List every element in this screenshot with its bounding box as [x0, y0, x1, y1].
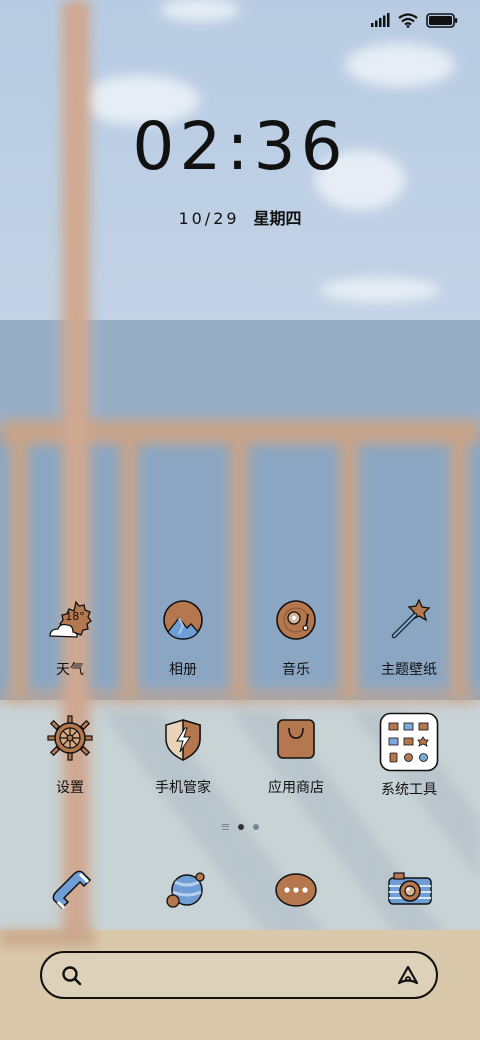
battery-icon: [426, 12, 458, 28]
dock-browser[interactable]: [155, 866, 215, 918]
app-security[interactable]: 手机管家: [128, 714, 238, 797]
clock-date[interactable]: 10/29 星期四: [0, 205, 480, 229]
dock-camera[interactable]: [380, 866, 440, 918]
app-store[interactable]: 应用商店: [241, 714, 351, 797]
settings-icon: [47, 715, 93, 761]
assistant-icon[interactable]: [396, 964, 420, 988]
app-label: 设置: [56, 780, 84, 796]
app-label: 天气: [56, 662, 84, 678]
clock-time[interactable]: 02:36: [0, 108, 480, 185]
app-gallery[interactable]: 相册: [128, 596, 238, 679]
app-settings[interactable]: 设置: [15, 714, 125, 797]
feed-page-indicator[interactable]: [221, 824, 229, 830]
phone-icon: [52, 870, 92, 910]
dock-messages[interactable]: [266, 866, 326, 918]
app-music[interactable]: 音乐: [241, 596, 351, 679]
security-icon: [165, 718, 201, 762]
system-tools-folder-icon: [379, 712, 439, 772]
messages-icon: [275, 873, 317, 907]
gallery-icon: [163, 600, 203, 640]
app-system-tools-folder[interactable]: 系统工具: [354, 712, 464, 799]
weather-temp: 18°: [65, 610, 85, 623]
app-label: 应用商店: [268, 780, 324, 796]
date-text: 10/29: [178, 209, 240, 228]
search-icon[interactable]: [60, 964, 84, 988]
app-themes[interactable]: 主题壁纸: [354, 596, 464, 679]
app-label: 相册: [169, 662, 197, 678]
app-weather[interactable]: 18° 天气: [15, 596, 125, 679]
app-label: 音乐: [282, 662, 310, 678]
search-bar[interactable]: [40, 951, 438, 999]
themes-icon: [391, 598, 431, 639]
music-icon: [276, 600, 316, 640]
wifi-icon: [398, 12, 418, 28]
page-dot[interactable]: [252, 824, 259, 830]
browser-icon: [166, 872, 205, 908]
dock-phone[interactable]: [42, 866, 102, 918]
app-label: 系统工具: [381, 782, 437, 798]
weekday-text: 星期四: [253, 209, 302, 228]
app-label: 手机管家: [155, 780, 211, 796]
camera-icon: [388, 872, 432, 905]
status-bar: [370, 10, 458, 30]
page-dot-active[interactable]: [237, 824, 244, 830]
signal-icon: [371, 13, 390, 27]
app-label: 主题壁纸: [381, 662, 437, 678]
weather-icon: 18°: [49, 600, 92, 638]
page-indicator[interactable]: [0, 824, 480, 830]
app-store-icon: [277, 719, 315, 759]
